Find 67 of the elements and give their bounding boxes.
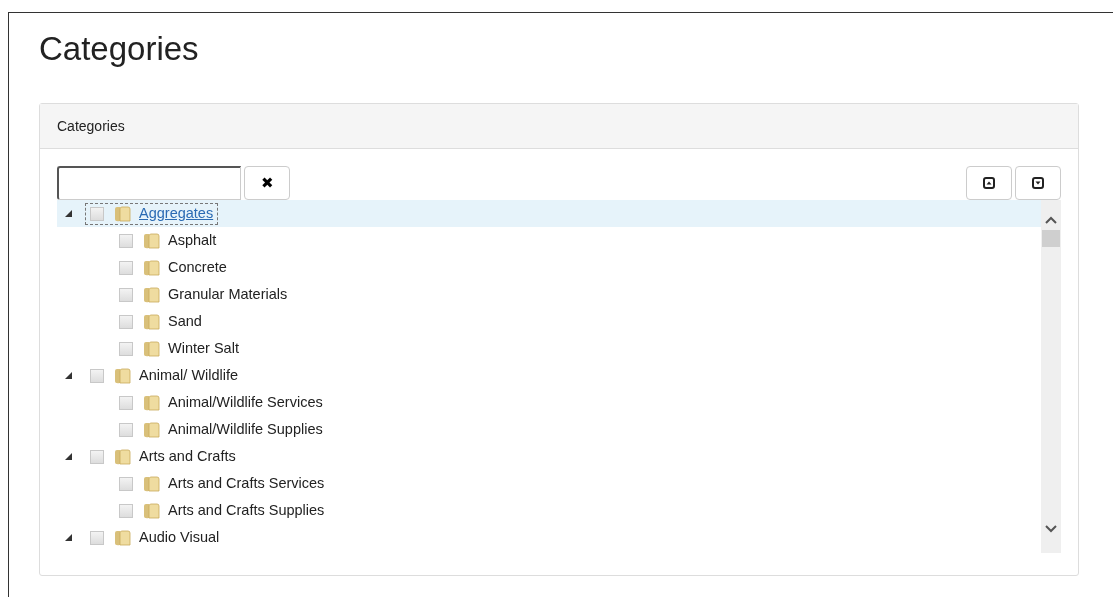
tree-row[interactable]: Sand: [57, 308, 1041, 335]
tree-row[interactable]: Arts and Crafts: [57, 443, 1041, 470]
checkbox[interactable]: [119, 422, 133, 437]
tree-item-label[interactable]: Sand: [168, 313, 202, 330]
tree-row[interactable]: Animal/Wildlife Services: [57, 389, 1041, 416]
scroll-thumb[interactable]: [1042, 230, 1060, 247]
tree-item-label[interactable]: Concrete: [168, 259, 227, 276]
checkbox[interactable]: [119, 395, 133, 410]
tree-item-label[interactable]: Winter Salt: [168, 340, 239, 357]
tree-item-label[interactable]: Arts and Crafts: [139, 448, 236, 465]
panel-title: Categories: [57, 118, 125, 134]
folder-icon: [114, 528, 131, 547]
tree-row[interactable]: Granular Materials: [57, 281, 1041, 308]
checkbox[interactable]: [119, 314, 133, 329]
folder-icon: [143, 285, 160, 304]
folder-icon: [143, 258, 160, 277]
tree-item-label[interactable]: Audio Visual: [139, 529, 220, 546]
tree-row[interactable]: Animal/Wildlife Supplies: [57, 416, 1041, 443]
tree-row[interactable]: Winter Salt: [57, 335, 1041, 362]
tree-row[interactable]: Asphalt: [57, 227, 1041, 254]
checkbox[interactable]: [119, 260, 133, 275]
folder-icon: [114, 204, 131, 223]
expand-toggle-icon[interactable]: [65, 534, 72, 541]
page-title: Categories: [39, 29, 200, 69]
tree-row[interactable]: Arts and Crafts Services: [57, 470, 1041, 497]
search-field[interactable]: [57, 166, 241, 200]
tree-row[interactable]: Animal/ Wildlife: [57, 362, 1041, 389]
tree-row[interactable]: Concrete: [57, 254, 1041, 281]
tree-item-label[interactable]: Granular Materials: [168, 286, 288, 303]
tree-row[interactable]: Arts and Crafts Supplies: [57, 497, 1041, 524]
checkbox[interactable]: [90, 449, 104, 464]
expand-toggle-icon[interactable]: [65, 372, 72, 379]
checkbox[interactable]: [119, 341, 133, 356]
collapse-all-button[interactable]: [1015, 166, 1061, 200]
checkbox[interactable]: [90, 368, 104, 383]
expand-icon: [1032, 177, 1044, 189]
expand-toggle-icon[interactable]: [65, 210, 72, 217]
checkbox[interactable]: [119, 476, 133, 491]
scroll-up-icon[interactable]: [1045, 216, 1057, 224]
folder-icon: [143, 312, 160, 331]
tree-item-label[interactable]: Asphalt: [168, 232, 217, 249]
folder-icon: [114, 366, 131, 385]
tree-item-label[interactable]: Arts and Crafts Services: [168, 475, 325, 492]
folder-icon: [143, 393, 160, 412]
tree-item-label[interactable]: Animal/Wildlife Supplies: [168, 421, 323, 438]
folder-icon: [143, 231, 160, 250]
scroll-down-icon[interactable]: [1045, 525, 1057, 533]
folder-icon: [143, 501, 160, 520]
tree-item-label[interactable]: Animal/Wildlife Services: [168, 394, 323, 411]
checkbox[interactable]: [119, 233, 133, 248]
checkbox[interactable]: [119, 503, 133, 518]
tree-item-label[interactable]: Animal/ Wildlife: [139, 367, 239, 384]
collapse-icon: [983, 177, 995, 189]
tree-row[interactable]: Aggregates: [57, 200, 1041, 227]
folder-icon: [143, 339, 160, 358]
clear-button[interactable]: ✖: [244, 166, 290, 200]
folder-icon: [143, 474, 160, 493]
checkbox[interactable]: [119, 287, 133, 302]
checkbox[interactable]: [90, 530, 104, 545]
tree-item-label[interactable]: Arts and Crafts Supplies: [168, 502, 325, 519]
tree-row[interactable]: Audio Visual: [57, 524, 1041, 551]
expand-all-button[interactable]: [966, 166, 1012, 200]
folder-icon: [114, 447, 131, 466]
expand-toggle-icon[interactable]: [65, 453, 72, 460]
folder-icon: [143, 420, 160, 439]
checkbox[interactable]: [90, 206, 104, 221]
scrollbar[interactable]: [1041, 200, 1061, 553]
